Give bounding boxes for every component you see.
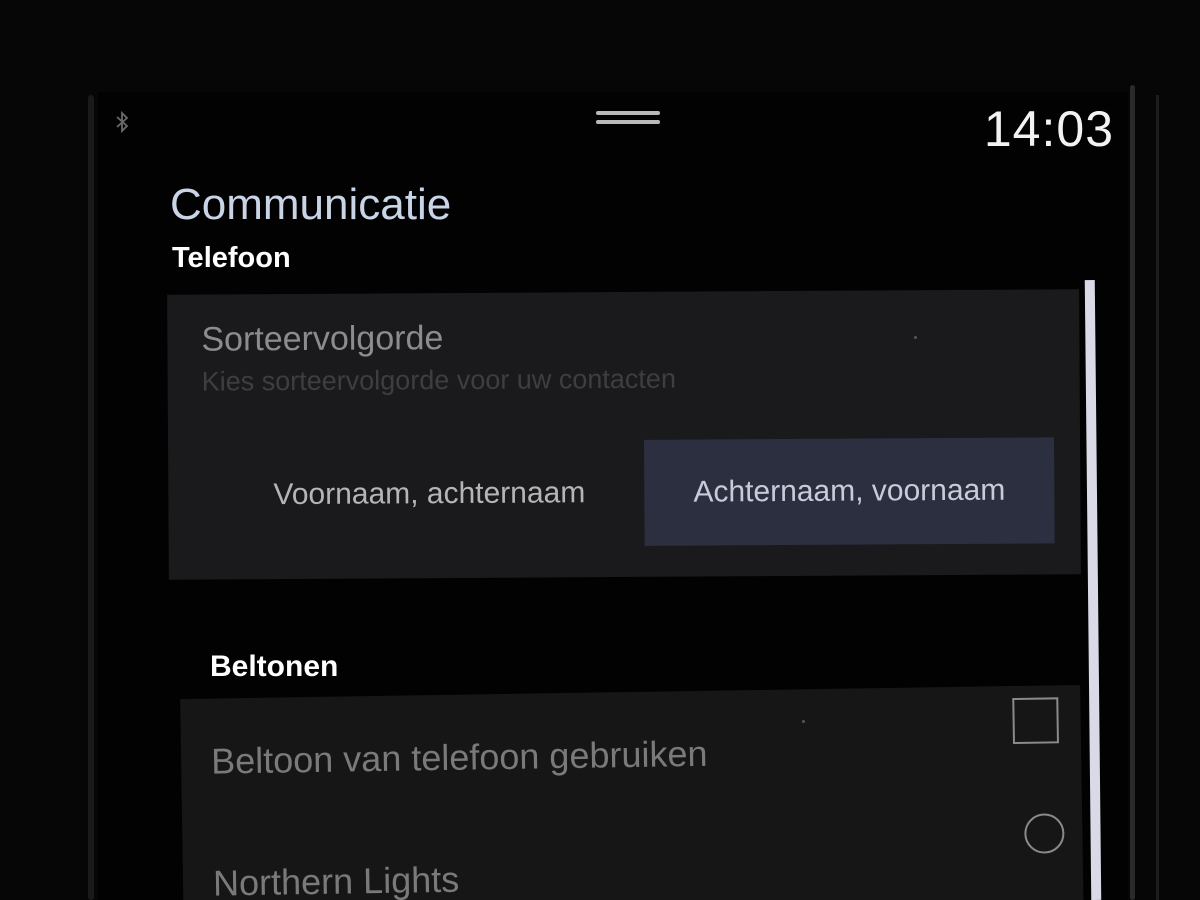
sort-option-last-first-selected[interactable]: Achternaam, voornaam — [644, 437, 1055, 546]
screen-speck — [802, 720, 805, 723]
status-clock: 14:03 — [983, 101, 1114, 157]
list-item-label: Northern Lights — [212, 858, 460, 900]
screen-speck — [914, 336, 917, 339]
pull-down-handle-icon[interactable] — [596, 108, 660, 128]
section-title-beltonen: Beltonen — [210, 650, 339, 683]
bezel-edge — [88, 95, 94, 900]
bezel-edge — [1156, 95, 1159, 900]
setting-description: Kies sorteervolgorde voor uw contacten — [201, 363, 677, 397]
list-item-label: Beltoon van telefoon gebruiken — [210, 732, 708, 782]
sort-option-first-last[interactable]: Voornaam, achternaam — [192, 440, 667, 549]
list-item-northern-lights[interactable]: Northern Lights — [182, 803, 1084, 900]
bluetooth-icon — [116, 110, 129, 134]
infotainment-screen: 14:03 Communicatie Telefoon Sorteervolgo… — [98, 92, 1128, 900]
list-item-use-phone-ringtone[interactable]: Beltoon van telefoon gebruiken — [180, 685, 1082, 809]
device-bezel: 14:03 Communicatie Telefoon Sorteervolgo… — [0, 0, 1200, 900]
section-title-telefoon: Telefoon — [172, 242, 291, 274]
use-phone-ringtone-checkbox[interactable] — [1012, 697, 1059, 745]
bezel-edge — [1130, 85, 1135, 900]
sort-order-setting[interactable]: Sorteervolgorde Kies sorteervolgorde voo… — [167, 289, 1081, 580]
northern-lights-radio[interactable] — [1024, 813, 1065, 854]
setting-title: Sorteervolgorde — [201, 319, 444, 359]
ringtone-list: Beltoon van telefoon gebruiken Northern … — [180, 684, 1084, 900]
page-title: Communicatie — [170, 180, 452, 229]
scrollbar[interactable] — [1084, 279, 1102, 900]
